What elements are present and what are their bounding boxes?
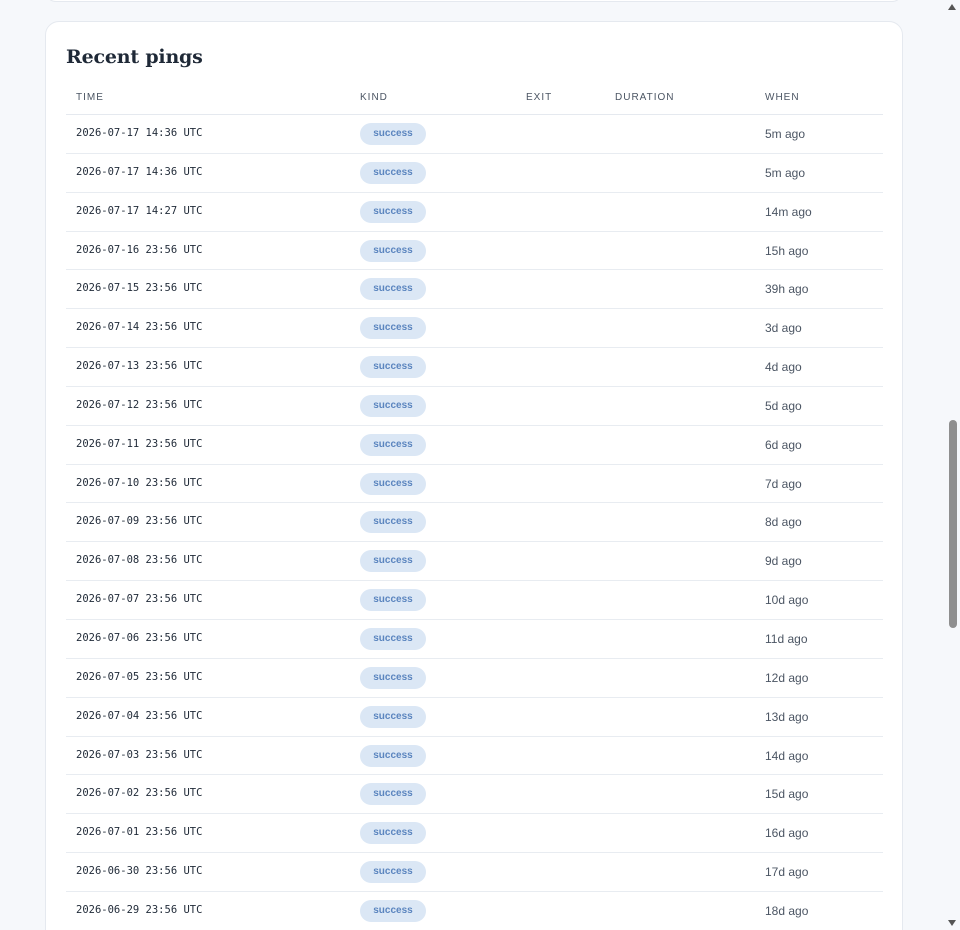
scroll-up-arrow-icon[interactable]	[948, 4, 956, 10]
cell-when: 5m ago	[765, 127, 806, 141]
scrollbar-thumb[interactable]	[949, 420, 957, 628]
cell-when: 13d ago	[765, 709, 809, 724]
cell-time: 2026-07-07 23:56 UTC	[76, 593, 203, 606]
cell-time: 2026-07-04 23:56 UTC	[76, 709, 203, 722]
cell-time: 2026-06-30 23:56 UTC	[76, 865, 203, 878]
table-row: 2026-07-01 23:56 UTC success 16d ago	[66, 814, 883, 854]
kind-badge: success	[360, 899, 426, 922]
page-viewport: Recent pings TIME KIND EXIT DURATION WHE…	[0, 0, 960, 930]
kind-badge: success	[360, 511, 426, 534]
kind-badge: success	[360, 589, 426, 612]
table-header: TIME KIND EXIT DURATION WHEN	[66, 86, 883, 115]
table-row: 2026-07-06 23:56 UTC success 11d ago	[66, 620, 883, 659]
previous-card	[45, 0, 903, 2]
kind-badge: success	[360, 744, 426, 767]
table-row: 2026-07-04 23:56 UTC success 13d ago	[66, 698, 883, 737]
cell-time: 2026-07-09 23:56 UTC	[76, 515, 203, 528]
table-row: 2026-07-16 23:56 UTC success 15h ago	[66, 232, 883, 271]
column-header-exit: EXIT	[526, 92, 553, 103]
cell-when: 18d ago	[765, 903, 809, 918]
kind-badge: success	[360, 200, 426, 223]
table-row: 2026-07-10 23:56 UTC success 7d ago	[66, 465, 883, 504]
cell-when: 39h ago	[765, 282, 809, 297]
recent-pings-card: Recent pings TIME KIND EXIT DURATION WHE…	[45, 21, 903, 930]
cell-time: 2026-07-01 23:56 UTC	[76, 826, 203, 839]
cell-time: 2026-07-03 23:56 UTC	[76, 748, 203, 761]
cell-when: 15d ago	[765, 787, 809, 802]
scroll-down-arrow-icon[interactable]	[948, 920, 956, 926]
cell-time: 2026-07-16 23:56 UTC	[76, 243, 203, 256]
cell-when: 12d ago	[765, 670, 809, 685]
table-row: 2026-07-08 23:56 UTC success 9d ago	[66, 542, 883, 582]
cell-time: 2026-07-08 23:56 UTC	[76, 554, 203, 567]
cell-when: 5m ago	[765, 165, 806, 180]
cell-when: 9d ago	[765, 554, 802, 569]
cell-when: 11d ago	[765, 631, 808, 646]
table-row: 2026-07-15 23:56 UTC success 39h ago	[66, 270, 883, 310]
cell-time: 2026-06-29 23:56 UTC	[76, 903, 203, 916]
table-row: 2026-07-02 23:56 UTC success 15d ago	[66, 775, 883, 815]
kind-badge: success	[360, 666, 426, 689]
cell-when: 7d ago	[765, 476, 802, 491]
table-row: 2026-07-14 23:56 UTC success 3d ago	[66, 309, 883, 349]
kind-badge: success	[360, 783, 426, 806]
cell-time: 2026-07-14 23:56 UTC	[76, 321, 203, 334]
cell-when: 14d ago	[765, 748, 809, 763]
kind-badge: success	[360, 161, 426, 184]
table-row: 2026-07-09 23:56 UTC success 8d ago	[66, 503, 883, 543]
kind-badge: success	[360, 627, 426, 650]
kind-badge: success	[360, 433, 426, 456]
cell-time: 2026-07-05 23:56 UTC	[76, 670, 203, 683]
column-header-time: TIME	[76, 92, 104, 103]
table-row: 2026-07-12 23:56 UTC success 5d ago	[66, 387, 883, 426]
cell-when: 5d ago	[765, 398, 802, 413]
table-row: 2026-07-17 14:27 UTC success 14m ago	[66, 193, 883, 232]
kind-badge: success	[360, 239, 426, 262]
table-row: 2026-06-30 23:56 UTC success 17d ago	[66, 853, 883, 892]
cell-time: 2026-07-17 14:36 UTC	[76, 165, 203, 178]
kind-badge: success	[360, 394, 426, 417]
column-header-duration: DURATION	[615, 92, 675, 103]
table-row: 2026-07-05 23:56 UTC success 12d ago	[66, 659, 883, 698]
cell-when: 10d ago	[765, 593, 809, 608]
vertical-scrollbar[interactable]	[945, 0, 960, 930]
cell-time: 2026-07-12 23:56 UTC	[76, 398, 203, 411]
kind-badge: success	[360, 356, 426, 379]
table-row: 2026-07-13 23:56 UTC success 4d ago	[66, 348, 883, 387]
kind-badge: success	[360, 278, 426, 301]
cell-time: 2026-07-13 23:56 UTC	[76, 360, 203, 373]
table-row: 2026-07-11 23:56 UTC success 6d ago	[66, 426, 883, 465]
table-row: 2026-06-29 23:56 UTC success 18d ago	[66, 892, 883, 930]
cell-when: 6d ago	[765, 437, 802, 452]
kind-badge: success	[360, 861, 426, 884]
cell-when: 8d ago	[765, 515, 802, 530]
kind-badge: success	[360, 317, 426, 340]
cell-time: 2026-07-15 23:56 UTC	[76, 282, 203, 295]
kind-badge: success	[360, 472, 426, 495]
cell-time: 2026-07-11 23:56 UTC	[76, 437, 203, 450]
kind-badge: success	[360, 123, 426, 145]
kind-badge: success	[360, 822, 426, 845]
kind-badge: success	[360, 550, 426, 573]
cell-time: 2026-07-06 23:56 UTC	[76, 631, 203, 644]
section-title: Recent pings	[66, 46, 203, 68]
table-row: 2026-07-17 14:36 UTC success 5m ago	[66, 154, 883, 193]
cell-when: 15h ago	[765, 243, 809, 258]
cell-time: 2026-07-02 23:56 UTC	[76, 787, 203, 800]
cell-time: 2026-07-17 14:36 UTC	[76, 127, 203, 139]
cell-when: 14m ago	[765, 204, 812, 219]
cell-time: 2026-07-17 14:27 UTC	[76, 204, 203, 217]
column-header-kind: KIND	[360, 92, 388, 103]
cell-when: 4d ago	[765, 360, 802, 375]
table-body: 2026-07-17 14:36 UTC success 5m ago 2026-07…	[66, 115, 883, 930]
table-row: 2026-07-07 23:56 UTC success 10d ago	[66, 581, 883, 620]
cell-when: 16d ago	[765, 826, 809, 841]
cell-when: 17d ago	[765, 865, 809, 880]
cell-when: 3d ago	[765, 321, 802, 336]
table-row: 2026-07-03 23:56 UTC success 14d ago	[66, 737, 883, 776]
column-header-when: WHEN	[765, 92, 800, 103]
table-row: 2026-07-17 14:36 UTC success 5m ago	[66, 115, 883, 154]
cell-time: 2026-07-10 23:56 UTC	[76, 476, 203, 489]
kind-badge: success	[360, 705, 426, 728]
